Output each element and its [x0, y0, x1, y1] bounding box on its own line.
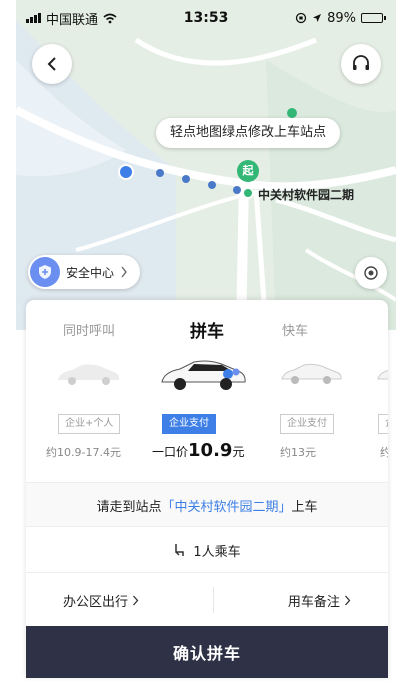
car-image-carpool[interactable]	[158, 356, 250, 394]
chevron-right-icon	[133, 595, 139, 605]
payment-tag: 企业支付	[280, 414, 334, 434]
chevron-right-icon	[121, 266, 127, 278]
payment-tag: 企业+个人	[58, 414, 121, 434]
location-arrow-icon	[313, 14, 322, 22]
route-dot	[208, 181, 216, 189]
payment-tag: 企	[378, 414, 388, 434]
orientation-lock-icon	[295, 12, 307, 24]
pickup-station-row[interactable]: 请走到站点 「中关村软件园二期」 上车	[26, 482, 388, 527]
car-image-partial[interactable]	[374, 360, 388, 388]
station-map-label: 中关村软件园二期	[258, 188, 355, 202]
app-frame: 中国联通 13:53 89% 轻点地图绿点修改上车站点 起 中关村软件园二期 安…	[16, 0, 396, 699]
price-value: 10.9	[188, 440, 233, 461]
chevron-left-icon	[47, 57, 56, 71]
price-fixed: 一口价10.9元	[152, 440, 244, 461]
tab-simultaneous-call[interactable]: 同时呼叫	[44, 318, 134, 346]
route-dot	[182, 175, 190, 183]
tab-express[interactable]: 快车	[250, 318, 340, 346]
station-marker[interactable]	[287, 108, 297, 118]
station-link[interactable]: 「中关村软件园二期」	[161, 496, 291, 515]
start-pin[interactable]: 起	[237, 160, 259, 182]
safety-center-button[interactable]: 安全中心	[28, 255, 141, 289]
carrier-label: 中国联通	[46, 12, 99, 28]
station-suffix: 上车	[291, 499, 318, 515]
customer-service-button[interactable]	[341, 44, 381, 84]
chevron-right-icon	[345, 595, 351, 605]
price-unit: 元	[232, 445, 245, 459]
locate-me-button[interactable]	[355, 257, 387, 289]
confirm-carpool-button[interactable]: 确认拼车	[26, 626, 388, 678]
ride-note-option[interactable]: 用车备注	[288, 591, 351, 610]
extra-options-row: 办公区出行 用车备注	[26, 572, 388, 627]
price-estimate: 约	[380, 446, 388, 459]
safety-center-label: 安全中心	[66, 265, 115, 280]
route-dot	[233, 186, 241, 194]
back-button[interactable]	[32, 44, 72, 84]
station-prefix: 请走到站点	[96, 499, 162, 515]
status-bar: 中国联通 13:53 89%	[16, 0, 396, 36]
status-time: 13:53	[183, 10, 229, 26]
wifi-icon	[103, 13, 117, 23]
signal-icon	[26, 13, 41, 23]
locate-icon	[364, 266, 378, 280]
status-right: 89%	[295, 11, 386, 26]
map-hint-tooltip: 轻点地图绿点修改上车站点	[156, 118, 341, 148]
divider	[212, 587, 214, 613]
price-estimate: 约13元	[280, 446, 316, 459]
status-left: 中国联通	[26, 9, 117, 28]
route-dot	[156, 169, 164, 177]
ride-options-card: 同时呼叫 拼车 快车 企业+个人 企业支付 企业支付 企 约10.9-17.4元	[26, 300, 388, 678]
station-dot[interactable]	[242, 187, 254, 199]
payment-tag-active: 企业支付	[162, 414, 216, 434]
battery-icon	[361, 13, 386, 23]
passenger-count-row[interactable]: 1人乘车	[26, 526, 388, 573]
headset-icon	[353, 55, 369, 70]
office-travel-option[interactable]: 办公区出行	[63, 591, 139, 610]
tab-carpool[interactable]: 拼车	[162, 318, 252, 346]
ride-type-tabs: 同时呼叫 拼车 快车	[26, 318, 388, 346]
price-estimate: 约10.9-17.4元	[46, 446, 121, 459]
price-prefix: 一口价	[152, 445, 189, 459]
current-location-dot	[118, 164, 134, 180]
shield-icon	[30, 257, 60, 287]
battery-percent: 89%	[327, 10, 356, 26]
passenger-count: 1人乘车	[193, 544, 241, 560]
car-image-simultaneous[interactable]	[54, 360, 122, 390]
car-image-express[interactable]	[278, 360, 344, 388]
seat-icon	[175, 544, 185, 556]
